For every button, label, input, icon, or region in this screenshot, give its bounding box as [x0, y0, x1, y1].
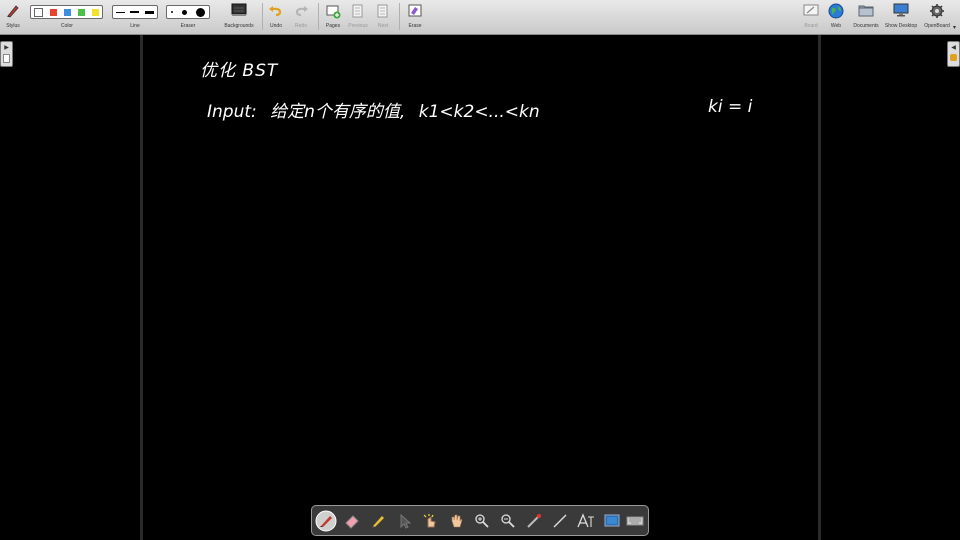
- line-tool-button[interactable]: [549, 510, 571, 532]
- web-mode-button[interactable]: Web: [825, 0, 847, 34]
- globe-icon: [828, 3, 844, 19]
- pen-tool-icon: [315, 510, 337, 532]
- capture-tool-button[interactable]: [601, 510, 623, 532]
- color-swatch-yellow[interactable]: [91, 8, 99, 16]
- color-swatch-white[interactable]: [34, 7, 44, 17]
- redo-button[interactable]: Redo: [290, 0, 312, 34]
- chevron-down-icon[interactable]: ▾: [953, 24, 956, 31]
- previous-page-button[interactable]: Previous: [346, 0, 370, 34]
- eraser-large-option[interactable]: [195, 7, 205, 17]
- marker-tool-icon: [372, 516, 384, 528]
- next-page-icon: [377, 4, 388, 18]
- zoom-in-tool-icon: [475, 514, 489, 528]
- toolbar-separator: [399, 3, 400, 30]
- pen-tool-button[interactable]: [315, 510, 337, 532]
- zoom-in-tool-button[interactable]: [471, 510, 493, 532]
- board-icon: [803, 4, 819, 16]
- stylus-dock: [311, 505, 649, 536]
- line-group: Line: [111, 0, 159, 34]
- page-right-edge: [818, 35, 821, 540]
- folder-icon: [858, 5, 874, 17]
- color-palette: [30, 5, 103, 19]
- erase-board-icon: [408, 4, 422, 17]
- show-desktop-button[interactable]: Show Desktop: [884, 0, 918, 34]
- page-left-edge: [140, 35, 143, 540]
- gear-icon: [930, 4, 944, 18]
- laser-pointer-icon: [527, 514, 541, 528]
- line-width-selector: [112, 5, 158, 19]
- next-page-button[interactable]: Next: [372, 0, 394, 34]
- selector-tool-icon: [400, 513, 412, 529]
- input-description: 给定n个有序的值,: [270, 102, 406, 122]
- zoom-out-tool-button[interactable]: [497, 510, 519, 532]
- hand-tool-icon: [451, 514, 463, 528]
- color-swatch-green[interactable]: [77, 8, 85, 16]
- documents-mode-button[interactable]: Documents: [850, 0, 882, 34]
- virtual-keyboard-button[interactable]: [624, 510, 646, 532]
- expand-left-icon: ◀: [951, 45, 956, 51]
- left-palette-tab[interactable]: ▶: [0, 41, 13, 67]
- line-medium-option[interactable]: [130, 11, 140, 13]
- stylus-button[interactable]: Stylus: [0, 0, 26, 34]
- line-thick-option[interactable]: [145, 10, 155, 14]
- text-tool-icon: [577, 513, 594, 528]
- previous-page-icon: [352, 4, 363, 18]
- openboard-menu-button[interactable]: OpenBoard: [921, 0, 953, 34]
- desktop-icon: [893, 3, 909, 17]
- key-sequence: k1<k2<...<kn: [418, 102, 540, 122]
- toolbar-separator: [262, 3, 263, 30]
- redo-icon: [295, 6, 308, 17]
- keyboard-icon: [626, 516, 644, 526]
- zoom-out-tool-icon: [501, 514, 515, 528]
- laser-pointer-button[interactable]: [523, 510, 545, 532]
- selector-tool-button[interactable]: [393, 510, 415, 532]
- add-page-icon: [326, 5, 341, 19]
- hand-tool-button[interactable]: [445, 510, 467, 532]
- backgrounds-icon: [231, 3, 247, 16]
- pages-button[interactable]: Pages: [322, 0, 344, 34]
- color-group: Color: [29, 0, 105, 34]
- toolbar-separator: [318, 3, 319, 30]
- color-swatch-blue[interactable]: [63, 8, 71, 16]
- interactor-tool-icon: [423, 514, 436, 528]
- board-mode-button[interactable]: Board: [800, 0, 822, 34]
- undo-icon: [269, 6, 282, 17]
- color-swatch-red[interactable]: [50, 8, 58, 16]
- stylus-icon: [7, 5, 19, 18]
- eraser-medium-option[interactable]: [181, 9, 187, 15]
- marker-tool-button[interactable]: [367, 510, 389, 532]
- capture-tool-icon: [604, 514, 620, 527]
- eraser-tool-icon: [345, 515, 359, 529]
- input-line: Input: 给定n个有序的值, k1<k2<...<kn: [207, 97, 540, 122]
- text-tool-button[interactable]: [575, 510, 597, 532]
- eraser-small-option[interactable]: [171, 11, 174, 13]
- top-toolbar: Stylus Color Line Eraser Backgrounds Und…: [0, 0, 960, 35]
- right-palette-tab[interactable]: ◀: [947, 41, 960, 67]
- undo-button[interactable]: Undo: [265, 0, 287, 34]
- erase-board-button[interactable]: Erase: [403, 0, 427, 34]
- board-title: 优化 BST: [200, 61, 279, 81]
- expand-right-icon: ▶: [4, 45, 9, 51]
- eraser-size-selector: [166, 5, 210, 19]
- backgrounds-button[interactable]: Backgrounds: [220, 0, 258, 34]
- interactor-tool-button[interactable]: [419, 510, 441, 532]
- input-label: Input:: [207, 102, 257, 122]
- eraser-tool-button[interactable]: [341, 510, 363, 532]
- eraser-group: Eraser: [165, 0, 211, 34]
- page-thumbnail-icon: [3, 54, 10, 63]
- line-thin-option[interactable]: [115, 11, 125, 13]
- ki-definition: ki = i: [708, 97, 753, 117]
- line-tool-icon: [553, 514, 567, 528]
- library-icon: [950, 54, 957, 61]
